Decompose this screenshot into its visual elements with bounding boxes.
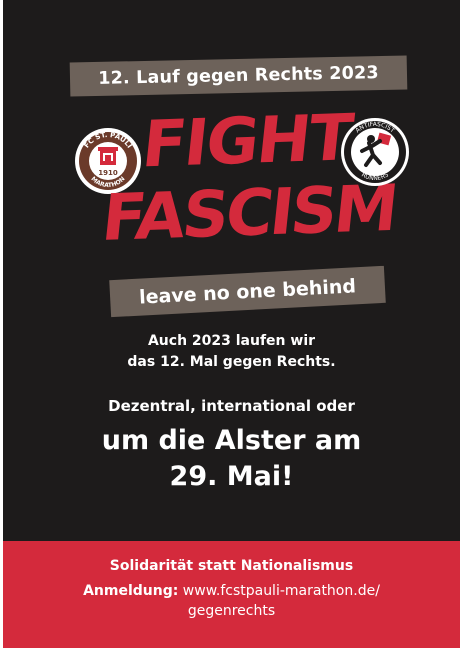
registration-url-cont[interactable]: gegenrechts (3, 601, 460, 621)
alster-line-2: 29. Mai! (169, 461, 294, 492)
antifascist-runners-logo: ANTIFASCIST RUNNERS (341, 118, 409, 186)
registration-url[interactable]: www.fcstpauli-marathon.de/ (183, 583, 380, 599)
footer-registration: Anmeldung: www.fcstpauli-marathon.de/ ge… (3, 581, 460, 621)
dezentral-text: Dezentral, international oder (108, 397, 355, 415)
intro-line-1: Auch 2023 laufen wir (147, 333, 316, 349)
tagline: leave no one behind (138, 274, 357, 309)
alster-line-1: um die Alster am (101, 425, 362, 456)
intro-text: Auch 2023 laufen wir das 12. Mal gegen R… (3, 331, 460, 373)
svg-text:1910: 1910 (98, 169, 118, 177)
headline-fascism: FASCISM (98, 171, 400, 257)
alster-text: um die Alster am 29. Mai! (3, 423, 460, 495)
headline-fight: FIGHT (138, 101, 355, 183)
footer-band: Solidarität statt Nationalismus Anmeldun… (3, 541, 460, 648)
tagline-banner: leave no one behind (109, 265, 386, 318)
event-title: 12. Lauf gegen Rechts 2023 (98, 63, 379, 89)
registration-label: Anmeldung: (83, 583, 179, 599)
intro-line-2: das 12. Mal gegen Rechts. (127, 354, 336, 370)
footer-slogan: Solidarität statt Nationalismus (109, 558, 354, 574)
event-title-banner: 12. Lauf gegen Rechts 2023 (69, 55, 408, 97)
